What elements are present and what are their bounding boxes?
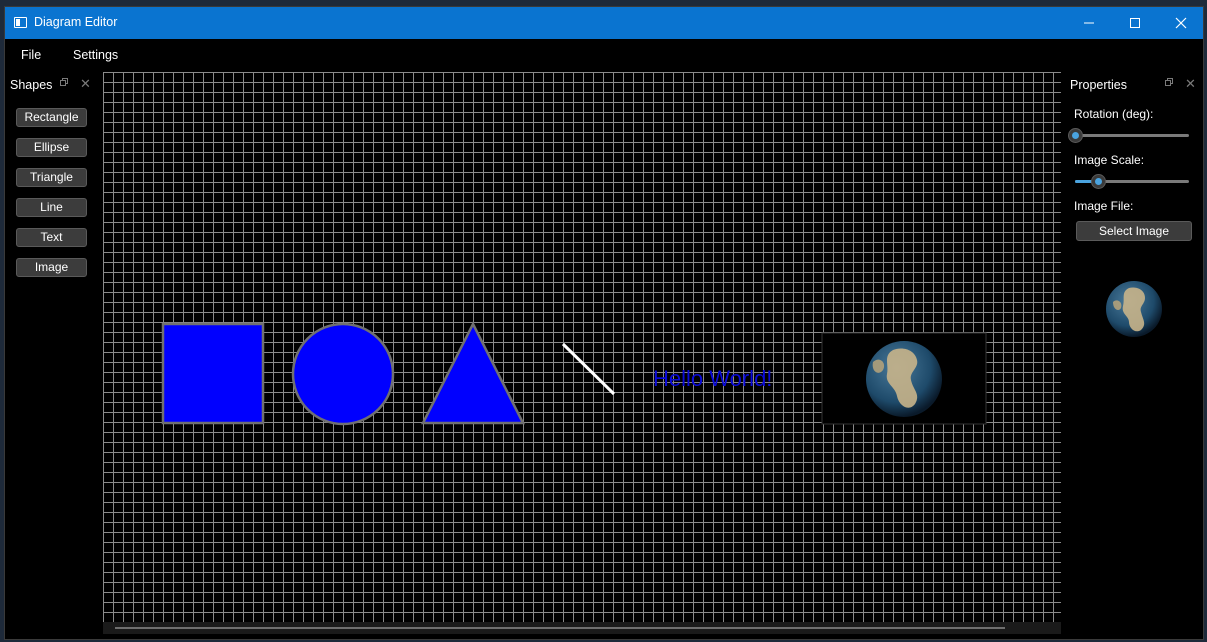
image-file-label: Image File: bbox=[1074, 199, 1134, 213]
close-button[interactable] bbox=[1158, 7, 1203, 39]
close-dock-icon[interactable]: ✕ bbox=[1185, 76, 1196, 92]
app-window-icon bbox=[14, 17, 27, 28]
window-title: Diagram Editor bbox=[34, 15, 118, 29]
minimize-button[interactable] bbox=[1066, 7, 1112, 39]
properties-dock-title: Properties bbox=[1070, 78, 1127, 92]
float-dock-icon[interactable] bbox=[60, 78, 68, 86]
line-button[interactable]: Line bbox=[16, 198, 87, 217]
ellipse-shape[interactable] bbox=[291, 322, 395, 426]
app-window: Diagram Editor File Settings Shapes ✕ Re… bbox=[4, 6, 1204, 640]
shapes-dock: Shapes ✕ Rectangle Ellipse Triangle Line… bbox=[5, 72, 103, 634]
rectangle-button[interactable]: Rectangle bbox=[16, 108, 87, 127]
diagram-canvas[interactable]: Hello World! bbox=[103, 72, 1061, 622]
horizontal-scrollbar[interactable] bbox=[103, 622, 1061, 634]
maximize-button[interactable] bbox=[1112, 7, 1158, 39]
image-scale-label: Image Scale: bbox=[1074, 153, 1145, 167]
image-scale-slider-handle[interactable] bbox=[1090, 174, 1106, 189]
image-shape[interactable] bbox=[821, 332, 987, 425]
canvas-shapes: Hello World! bbox=[161, 321, 987, 426]
shapes-dock-title: Shapes bbox=[10, 78, 53, 92]
minimize-icon bbox=[1084, 22, 1094, 24]
text-shape[interactable]: Hello World! bbox=[653, 366, 772, 391]
rotation-slider-handle[interactable] bbox=[1068, 128, 1083, 143]
triangle-shape[interactable] bbox=[420, 321, 526, 425]
close-icon bbox=[1175, 17, 1187, 29]
text-button[interactable]: Text bbox=[16, 228, 87, 247]
maximize-icon bbox=[1130, 18, 1140, 28]
title-bar[interactable]: Diagram Editor bbox=[5, 7, 1203, 39]
rotation-label: Rotation (deg): bbox=[1074, 107, 1154, 121]
menu-settings[interactable]: Settings bbox=[73, 48, 118, 62]
image-button[interactable]: Image bbox=[16, 258, 87, 277]
rotation-slider[interactable] bbox=[1068, 128, 1189, 143]
float-dock-icon[interactable] bbox=[1165, 78, 1173, 86]
scrollbar-thumb[interactable] bbox=[115, 627, 1005, 629]
properties-dock: Properties ✕ Rotation (deg): Image Scale… bbox=[1065, 72, 1203, 634]
menu-bar: File Settings bbox=[5, 39, 1203, 72]
globe-icon bbox=[866, 341, 942, 417]
globe-icon bbox=[1106, 281, 1162, 337]
rectangle-shape[interactable] bbox=[161, 322, 265, 425]
menu-file[interactable]: File bbox=[21, 48, 41, 62]
triangle-button[interactable]: Triangle bbox=[16, 168, 87, 187]
image-scale-slider[interactable] bbox=[1075, 174, 1189, 189]
line-shape[interactable] bbox=[561, 342, 616, 396]
image-preview bbox=[1106, 281, 1162, 337]
select-image-button[interactable]: Select Image bbox=[1076, 221, 1192, 241]
close-dock-icon[interactable]: ✕ bbox=[80, 76, 91, 92]
ellipse-button[interactable]: Ellipse bbox=[16, 138, 87, 157]
